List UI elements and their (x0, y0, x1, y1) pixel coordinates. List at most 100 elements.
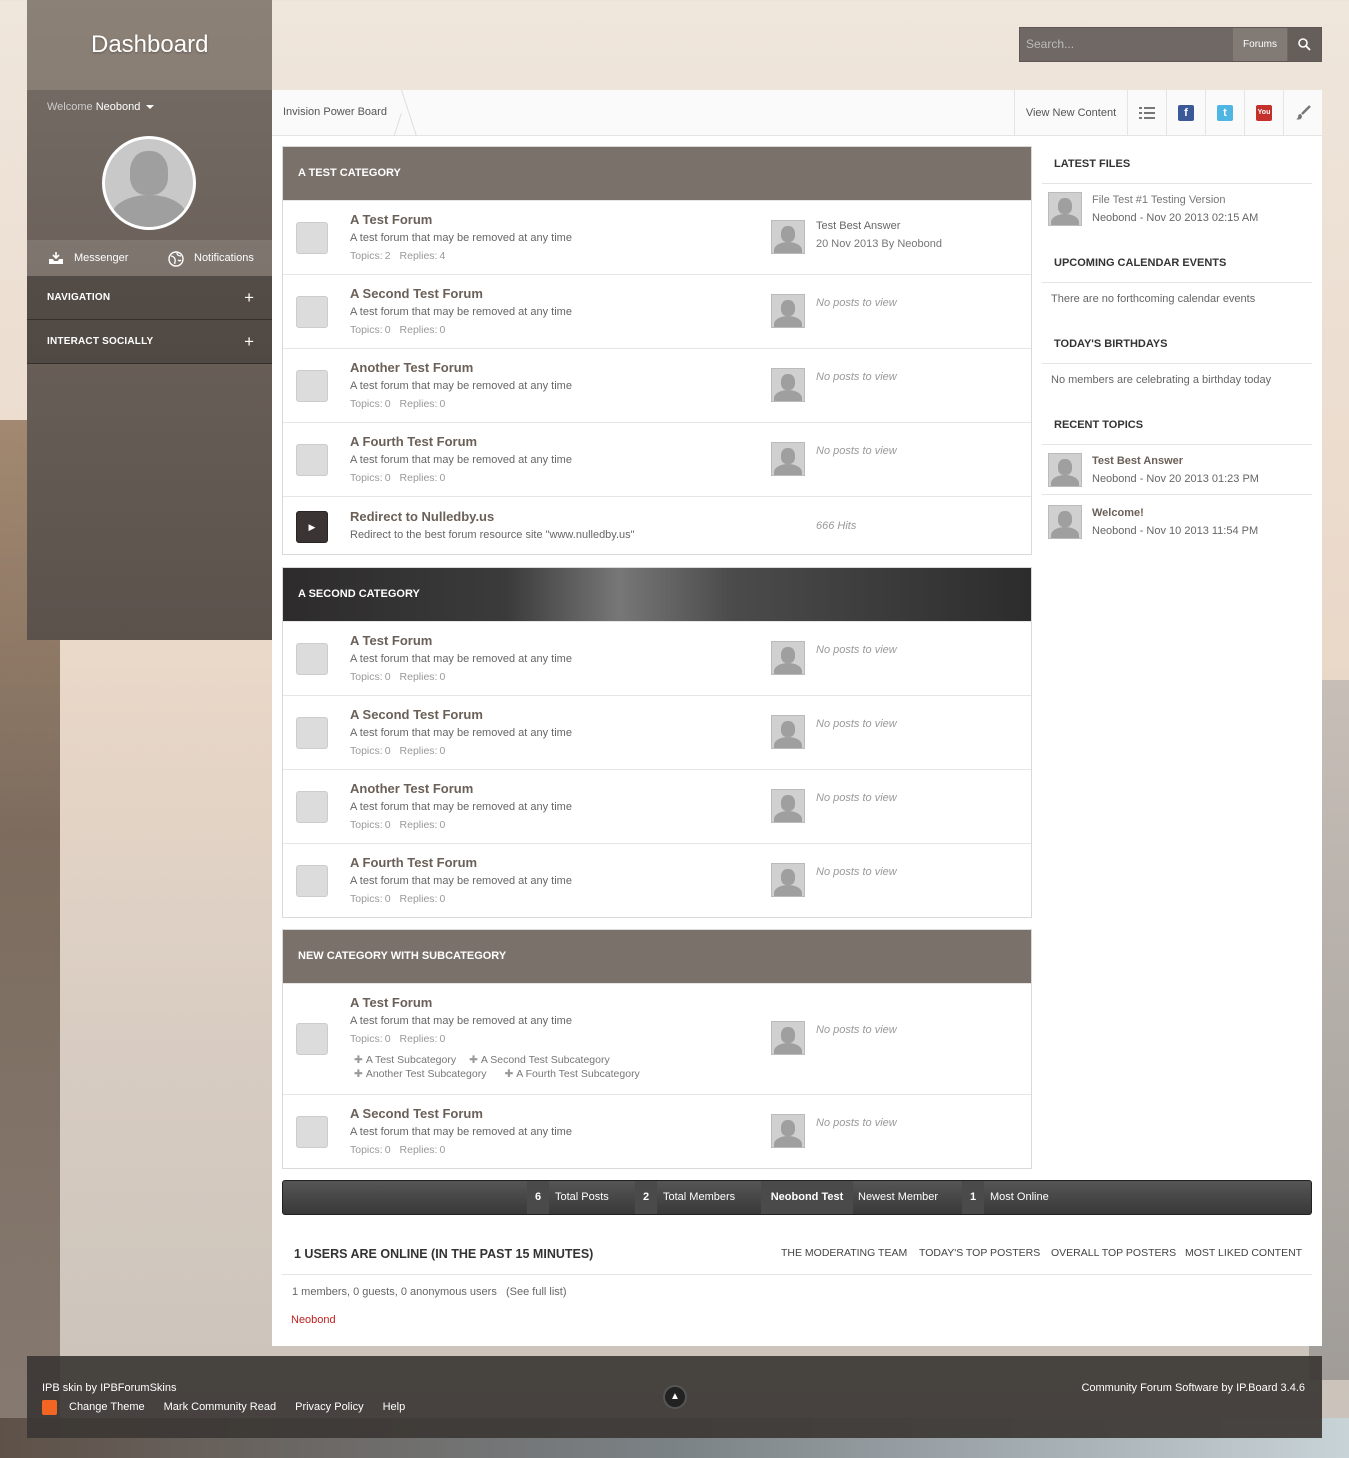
change-theme-link[interactable]: Change Theme (69, 1401, 145, 1413)
forum-row: A Fourth Test Forum A test forum that may… (283, 843, 1031, 917)
last-poster-avatar[interactable] (771, 1021, 805, 1055)
avatar-body-shape (774, 464, 802, 475)
forum-description: A test forum that may be removed at any … (350, 653, 572, 665)
last-poster-avatar[interactable] (771, 294, 805, 328)
forum-title[interactable]: A Second Test Forum (350, 707, 483, 722)
avatar-body-shape (774, 390, 802, 401)
youtube-button[interactable]: You (1244, 90, 1283, 136)
calendar-title: UPCOMING CALENDAR EVENTS (1054, 257, 1227, 269)
sidebar-section-interact[interactable]: INTERACT SOCIALLY + (27, 320, 272, 364)
forum-title[interactable]: A Second Test Forum (350, 286, 483, 301)
avatar-head-shape (1058, 198, 1072, 214)
sidebar-section-navigation[interactable]: NAVIGATION + (27, 276, 272, 320)
topics-label: Topics: (350, 250, 383, 262)
avatar-head-shape (781, 226, 795, 242)
last-poster-avatar[interactable] (771, 442, 805, 476)
forum-title[interactable]: A Fourth Test Forum (350, 434, 477, 449)
forum-title[interactable]: A Test Forum (350, 633, 432, 648)
forum-read-icon (296, 643, 328, 675)
birthdays-title: TODAY'S BIRTHDAYS (1054, 338, 1168, 350)
mark-read-link[interactable]: Mark Community Read (164, 1401, 276, 1413)
overall-top-posters-link[interactable]: OVERALL TOP POSTERS (1051, 1247, 1176, 1259)
category-header[interactable]: A SECOND CATEGORY (283, 568, 1031, 621)
notifications-link[interactable]: Notifications (168, 251, 254, 267)
rss-icon[interactable] (42, 1400, 57, 1415)
last-poster-avatar[interactable] (771, 220, 805, 254)
recent-topic-meta: Neobond - Nov 20 2013 01:23 PM (1092, 473, 1259, 485)
online-user-link[interactable]: Neobond (291, 1314, 336, 1326)
welcome-menu[interactable]: Welcome Neobond (47, 101, 155, 113)
user-links: Messenger Notifications (27, 240, 272, 276)
most-liked-content-link[interactable]: MOST LIKED CONTENT (1185, 1247, 1302, 1259)
site-brand[interactable]: Dashboard (91, 31, 208, 59)
subforum-link[interactable]: A Second Test Subcategory (481, 1054, 610, 1066)
forum-title[interactable]: Another Test Forum (350, 360, 473, 375)
theme-button[interactable] (1283, 90, 1322, 136)
avatar-body-shape (774, 1136, 802, 1147)
replies-count: 0 (439, 893, 446, 905)
forum-title[interactable]: A Fourth Test Forum (350, 855, 477, 870)
file-avatar[interactable] (1048, 192, 1082, 226)
forum-stats: Topics: 0 Replies: 0 (350, 398, 454, 410)
topics-label: Topics: (350, 671, 383, 683)
category-header[interactable]: A TEST CATEGORY (283, 147, 1031, 200)
todays-top-posters-link[interactable]: TODAY'S TOP POSTERS (919, 1247, 1040, 1259)
last-poster-avatar[interactable] (771, 863, 805, 897)
forum-title[interactable]: A Test Forum (350, 212, 432, 227)
search-scope-button[interactable]: Forums (1233, 28, 1287, 61)
youtube-icon: You (1256, 105, 1272, 121)
last-poster-avatar[interactable] (771, 641, 805, 675)
section-label: INTERACT SOCIALLY (47, 336, 154, 347)
forum-read-icon (296, 1116, 328, 1148)
last-poster-avatar[interactable] (771, 789, 805, 823)
subforum-link[interactable]: A Fourth Test Subcategory (516, 1068, 640, 1080)
view-new-content-button[interactable]: View New Content (1014, 90, 1127, 136)
see-full-list-link[interactable]: (See full list) (506, 1286, 567, 1298)
twitter-button[interactable]: t (1205, 90, 1244, 136)
forum-title[interactable]: Redirect to Nulledby.us (350, 509, 494, 524)
avatar-body-shape (111, 195, 187, 227)
breadcrumb[interactable]: Invision Power Board (283, 106, 387, 118)
latest-file-link[interactable]: File Test #1 Testing Version (1092, 194, 1226, 206)
forum-description: Redirect to the best forum resource site… (350, 529, 635, 541)
replies-count: 0 (439, 819, 446, 831)
messenger-link[interactable]: Messenger (48, 251, 128, 265)
last-post-title[interactable]: Test Best Answer (816, 220, 900, 232)
software-credit[interactable]: Community Forum Software by IP.Board 3.4… (1081, 1382, 1305, 1394)
user-avatar[interactable] (102, 136, 196, 230)
skin-credit[interactable]: IPB skin by IPBForumSkins (42, 1382, 177, 1394)
plus-icon: + (244, 332, 254, 351)
list-button[interactable] (1127, 90, 1166, 136)
facebook-button[interactable]: f (1166, 90, 1205, 136)
topic-avatar[interactable] (1048, 505, 1082, 539)
arrow-up-icon: ▲ (670, 1391, 680, 1402)
moderating-team-link[interactable]: THE MODERATING TEAM (781, 1247, 907, 1259)
category-header[interactable]: NEW CATEGORY WITH SUBCATEGORY (283, 930, 1031, 983)
recent-topic-link[interactable]: Test Best Answer (1092, 455, 1183, 467)
forum-title[interactable]: A Second Test Forum (350, 1106, 483, 1121)
avatar-body-shape (774, 885, 802, 896)
newest-member-link[interactable]: Neobond Test (761, 1181, 853, 1214)
subforum-link[interactable]: A Test Subcategory (366, 1054, 456, 1066)
forum-title[interactable]: Another Test Forum (350, 781, 473, 796)
topic-avatar[interactable] (1048, 453, 1082, 487)
search-button[interactable] (1288, 28, 1321, 61)
welcome-prefix: Welcome (47, 101, 93, 113)
last-poster-avatar[interactable] (771, 715, 805, 749)
stat-number: 2 (635, 1181, 657, 1214)
avatar-head-shape (781, 1120, 795, 1136)
replies-count: 0 (439, 324, 446, 336)
last-poster-avatar[interactable] (771, 1114, 805, 1148)
back-to-top-button[interactable]: ▲ (663, 1385, 687, 1409)
replies-label: Replies: (399, 893, 438, 905)
subforum-link[interactable]: Another Test Subcategory (366, 1068, 487, 1080)
forum-title[interactable]: A Test Forum (350, 995, 432, 1010)
avatar-head-shape (781, 1027, 795, 1043)
help-link[interactable]: Help (383, 1401, 406, 1413)
no-posts-text: No posts to view (816, 1024, 897, 1036)
search-input[interactable] (1026, 37, 1226, 51)
recent-topic-link[interactable]: Welcome! (1092, 507, 1144, 519)
privacy-policy-link[interactable]: Privacy Policy (295, 1401, 363, 1413)
last-poster-avatar[interactable] (771, 368, 805, 402)
topics-count: 2 (384, 250, 391, 262)
